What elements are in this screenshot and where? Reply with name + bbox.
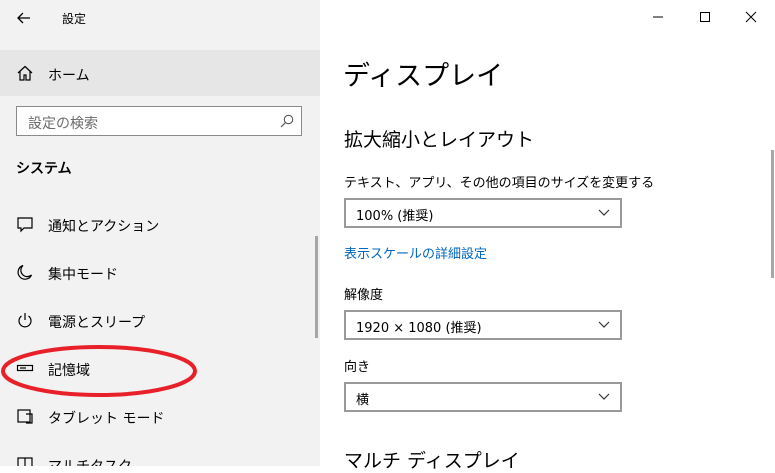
sidebar-item-label: 通知とアクション <box>48 219 160 235</box>
chevron-down-icon <box>598 321 610 328</box>
chevron-down-icon <box>598 209 610 216</box>
search-icon <box>280 114 294 128</box>
resolution-dropdown[interactable]: 1920 × 1080 (推奨) <box>344 310 622 340</box>
back-button[interactable] <box>12 6 36 30</box>
section-title-multiple-displays: マルチ ディスプレイ <box>344 450 520 472</box>
scale-dropdown-value: 100% (推奨) <box>356 209 434 224</box>
sidebar-item-label: 電源とスリープ <box>48 315 146 331</box>
section-title: システム <box>16 161 72 177</box>
app-title: 設定 <box>62 12 87 26</box>
page-title: ディスプレイ <box>343 61 504 92</box>
sidebar-item-label: タブレット モード <box>48 411 165 427</box>
sidebar-item-notifications[interactable]: 通知とアクション <box>0 205 320 245</box>
orientation-label: 向き <box>344 360 371 375</box>
multitask-icon <box>17 457 33 466</box>
text-size-label: テキスト、アプリ、その他の項目のサイズを変更する <box>344 176 655 191</box>
chevron-down-icon <box>598 393 610 400</box>
sidebar-item-label: ホーム <box>48 68 90 84</box>
section-title-scale-layout: 拡大縮小とレイアウト <box>344 129 535 151</box>
sidebar: 設定 ホーム 設定の検索 システム 通知とアクション 集中モード 電源とスリープ <box>0 0 320 466</box>
main-scrollbar[interactable] <box>771 150 774 278</box>
search-placeholder: 設定の検索 <box>28 116 98 132</box>
moon-icon <box>17 264 33 280</box>
sidebar-item-power-sleep[interactable]: 電源とスリープ <box>0 301 320 341</box>
close-button[interactable] <box>728 0 774 34</box>
home-icon <box>17 65 33 81</box>
storage-icon <box>16 364 34 372</box>
orientation-dropdown[interactable]: 横 <box>344 382 622 412</box>
notification-icon <box>17 217 33 233</box>
power-icon <box>18 313 32 328</box>
sidebar-item-focus-assist[interactable]: 集中モード <box>0 253 320 293</box>
sidebar-item-home[interactable]: ホーム <box>0 50 320 96</box>
tablet-icon <box>17 409 33 424</box>
resolution-label: 解像度 <box>344 288 384 303</box>
sidebar-item-storage[interactable]: 記憶域 <box>0 349 320 389</box>
advanced-scaling-link[interactable]: 表示スケールの詳細設定 <box>344 243 487 262</box>
minimize-button[interactable] <box>635 0 681 34</box>
back-arrow-icon <box>17 12 30 24</box>
search-input[interactable]: 設定の検索 <box>16 106 302 136</box>
sidebar-item-tablet-mode[interactable]: タブレット モード <box>0 397 320 437</box>
maximize-button[interactable] <box>682 0 728 34</box>
sidebar-item-multitasking[interactable]: マルチタスク <box>0 445 320 466</box>
sidebar-item-label: 記憶域 <box>48 363 90 379</box>
main-pane: ディスプレイ 拡大縮小とレイアウト テキスト、アプリ、その他の項目のサイズを変更… <box>320 0 775 472</box>
orientation-dropdown-value: 横 <box>356 393 370 408</box>
scale-dropdown[interactable]: 100% (推奨) <box>344 198 622 228</box>
minimize-icon <box>653 16 663 18</box>
sidebar-scrollbar[interactable] <box>315 236 318 338</box>
sidebar-item-label: マルチタスク <box>48 456 132 466</box>
resolution-dropdown-value: 1920 × 1080 (推奨) <box>356 321 482 336</box>
sidebar-titlebar: 設定 <box>0 0 320 36</box>
close-icon <box>745 11 757 23</box>
sidebar-item-label: 集中モード <box>48 267 118 283</box>
maximize-icon <box>700 12 710 22</box>
